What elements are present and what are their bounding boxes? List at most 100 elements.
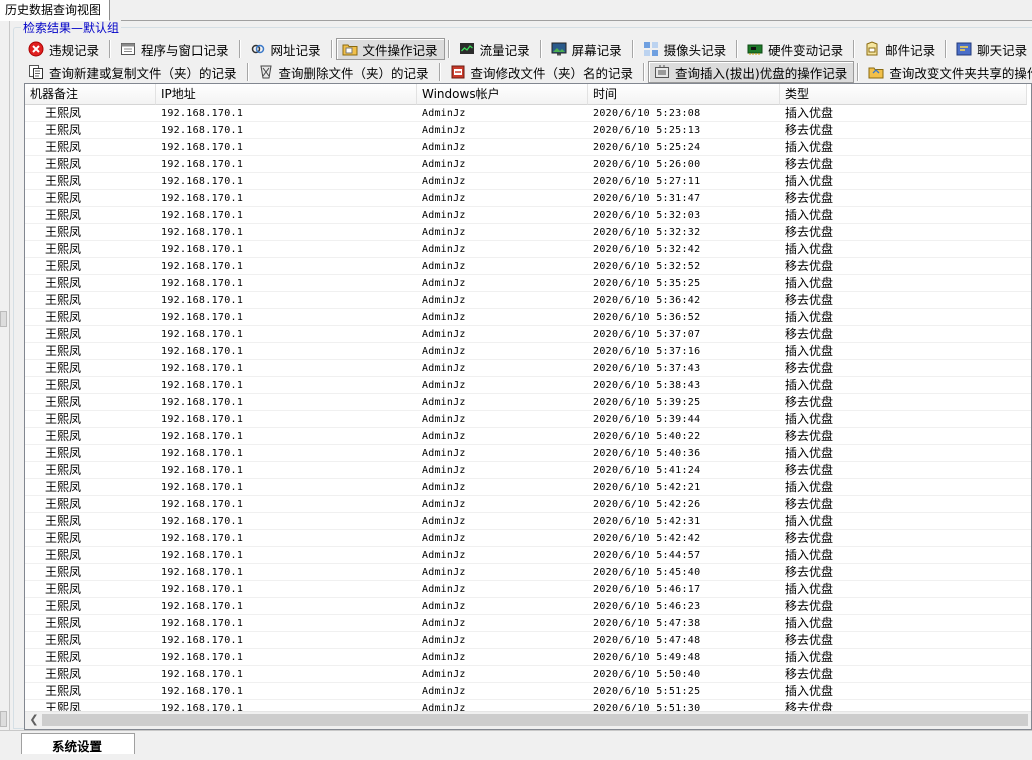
table-row[interactable]: 王熙凤 192.168.170.1 AdminJz 2020/6/10 5:47:48… <box>25 632 1031 649</box>
table-cell: 2020/6/10 5:32:52 <box>593 261 701 272</box>
toolbar-button-label: 违规记录 <box>49 42 100 58</box>
table-cell: 192.168.170.1 <box>161 278 244 289</box>
table-cell: 192.168.170.1 <box>161 414 244 425</box>
toolbar1-button-8[interactable]: 邮件记录 <box>858 38 942 60</box>
history-query-view-tab[interactable]: 历史数据查询视图 <box>0 0 110 21</box>
column-header-time[interactable]: 时间 <box>588 84 780 105</box>
toolbar1-button-4[interactable]: 流量记录 <box>453 38 537 60</box>
table-row[interactable]: 王熙凤 192.168.170.1 AdminJz 2020/6/10 5:41:24… <box>25 462 1031 479</box>
table-row[interactable]: 王熙凤 192.168.170.1 AdminJz 2020/6/10 5:32:42… <box>25 241 1031 258</box>
table-cell: 插入优盘 <box>785 548 834 562</box>
table-cell: 王熙凤 <box>45 463 82 477</box>
table-row[interactable]: 王熙凤 192.168.170.1 AdminJz 2020/6/10 5:38:43… <box>25 377 1031 394</box>
column-header-machine-note[interactable]: 机器备注 <box>25 84 156 105</box>
toolbar2-button-1[interactable]: 查询删除文件（夹）的记录 <box>252 61 436 83</box>
table-cell: 移去优盘 <box>785 463 834 477</box>
table-row[interactable]: 王熙凤 192.168.170.1 AdminJz 2020/6/10 5:37:16… <box>25 343 1031 360</box>
table-cell: AdminJz <box>422 159 466 170</box>
table-cell: 插入优盘 <box>785 412 834 426</box>
table-cell: 插入优盘 <box>785 650 834 664</box>
table-cell: AdminJz <box>422 346 466 357</box>
table-cell: 插入优盘 <box>785 514 834 528</box>
toolbar-button-label: 硬件变动记录 <box>768 42 844 58</box>
table-cell: AdminJz <box>422 584 466 595</box>
table-row[interactable]: 王熙凤 192.168.170.1 AdminJz 2020/6/10 5:31:47… <box>25 190 1031 207</box>
table-cell: 王熙凤 <box>45 548 82 562</box>
table-row[interactable]: 王熙凤 192.168.170.1 AdminJz 2020/6/10 5:46:17… <box>25 581 1031 598</box>
table-cell: 2020/6/10 5:37:43 <box>593 363 701 374</box>
toolbar1-button-2[interactable]: 网址记录 <box>244 38 328 60</box>
toolbar-button-label: 查询删除文件（夹）的记录 <box>278 65 429 81</box>
toolbar1-button-7[interactable]: 硬件变动记录 <box>741 38 850 60</box>
toolbar1-button-9[interactable]: 聊天记录 <box>950 38 1032 60</box>
table-row[interactable]: 王熙凤 192.168.170.1 AdminJz 2020/6/10 5:25:24… <box>25 139 1031 156</box>
table-row[interactable]: 王熙凤 192.168.170.1 AdminJz 2020/6/10 5:23:08… <box>25 105 1031 122</box>
table-row[interactable]: 王熙凤 192.168.170.1 AdminJz 2020/6/10 5:50:40… <box>25 666 1031 683</box>
table-row[interactable]: 王熙凤 192.168.170.1 AdminJz 2020/6/10 5:51:25… <box>25 683 1031 700</box>
table-cell: AdminJz <box>422 431 466 442</box>
table-row[interactable]: 王熙凤 192.168.170.1 AdminJz 2020/6/10 5:35:25… <box>25 275 1031 292</box>
results-grid[interactable]: 机器备注 IP地址 Windows帐户 时间 类型 王熙凤 192.168.170… <box>24 83 1032 730</box>
table-cell: 2020/6/10 5:37:07 <box>593 329 701 340</box>
horizontal-scrollbar[interactable]: ❮ <box>25 711 1031 729</box>
table-row[interactable]: 王熙凤 192.168.170.1 AdminJz 2020/6/10 5:44:57… <box>25 547 1031 564</box>
toolbar2-button-2[interactable]: 查询修改文件（夹）名的记录 <box>444 61 641 83</box>
table-cell: 2020/6/10 5:32:32 <box>593 227 701 238</box>
table-row[interactable]: 王熙凤 192.168.170.1 AdminJz 2020/6/10 5:40:36… <box>25 445 1031 462</box>
toolbar-separator <box>447 40 450 58</box>
table-row[interactable]: 王熙凤 192.168.170.1 AdminJz 2020/6/10 5:46:23… <box>25 598 1031 615</box>
scroll-left-icon[interactable]: ❮ <box>27 713 41 727</box>
table-cell: 2020/6/10 5:36:42 <box>593 295 701 306</box>
table-row[interactable]: 王熙凤 192.168.170.1 AdminJz 2020/6/10 5:37:43… <box>25 360 1031 377</box>
table-row[interactable]: 王熙凤 192.168.170.1 AdminJz 2020/6/10 5:32:03… <box>25 207 1031 224</box>
toolbar1-button-3[interactable]: 文件操作记录 <box>335 38 445 60</box>
toolbar-separator <box>643 63 646 81</box>
column-header-ip[interactable]: IP地址 <box>156 84 417 105</box>
table-row[interactable]: 王熙凤 192.168.170.1 AdminJz 2020/6/10 5:32:52… <box>25 258 1031 275</box>
toolbar1-button-0[interactable]: 违规记录 <box>22 38 106 60</box>
table-row[interactable]: 王熙凤 192.168.170.1 AdminJz 2020/6/10 5:42:31… <box>25 513 1031 530</box>
url-icon <box>250 41 266 57</box>
group-title: 检索结果—默认组 <box>21 20 122 36</box>
table-row[interactable]: 王熙凤 192.168.170.1 AdminJz 2020/6/10 5:39:25… <box>25 394 1031 411</box>
table-cell: 192.168.170.1 <box>161 210 244 221</box>
toolbar2-button-3[interactable]: 查询插入(拔出)优盘的操作记录 <box>648 61 855 83</box>
column-header-windows-account[interactable]: Windows帐户 <box>417 84 588 105</box>
table-cell: 2020/6/10 5:23:08 <box>593 108 701 119</box>
toolbar1-button-1[interactable]: 程序与窗口记录 <box>114 38 236 60</box>
table-cell: AdminJz <box>422 448 466 459</box>
camera-icon <box>643 41 659 57</box>
table-cell: AdminJz <box>422 108 466 119</box>
table-cell: 插入优盘 <box>785 582 834 596</box>
table-row[interactable]: 王熙凤 192.168.170.1 AdminJz 2020/6/10 5:37:07… <box>25 326 1031 343</box>
table-row[interactable]: 王熙凤 192.168.170.1 AdminJz 2020/6/10 5:47:38… <box>25 615 1031 632</box>
table-row[interactable]: 王熙凤 192.168.170.1 AdminJz 2020/6/10 5:42:26… <box>25 496 1031 513</box>
table-row[interactable]: 王熙凤 192.168.170.1 AdminJz 2020/6/10 5:42:42… <box>25 530 1031 547</box>
toolbar1-button-6[interactable]: 摄像头记录 <box>637 38 734 60</box>
table-cell: 王熙凤 <box>45 174 82 188</box>
table-cell: AdminJz <box>422 618 466 629</box>
table-row[interactable]: 王熙凤 192.168.170.1 AdminJz 2020/6/10 5:25:13… <box>25 122 1031 139</box>
table-row[interactable]: 王熙凤 192.168.170.1 AdminJz 2020/6/10 5:42:21… <box>25 479 1031 496</box>
table-row[interactable]: 王熙凤 192.168.170.1 AdminJz 2020/6/10 5:26:00… <box>25 156 1031 173</box>
table-row[interactable]: 王熙凤 192.168.170.1 AdminJz 2020/6/10 5:39:44… <box>25 411 1031 428</box>
table-row[interactable]: 王熙凤 192.168.170.1 AdminJz 2020/6/10 5:40:22… <box>25 428 1031 445</box>
toolbar2-button-4[interactable]: 查询改变文件夹共享的操作记 <box>862 61 1032 83</box>
table-cell: 192.168.170.1 <box>161 533 244 544</box>
table-row[interactable]: 王熙凤 192.168.170.1 AdminJz 2020/6/10 5:36:52… <box>25 309 1031 326</box>
table-row[interactable]: 王熙凤 192.168.170.1 AdminJz 2020/6/10 5:49:48… <box>25 649 1031 666</box>
column-header-type[interactable]: 类型 <box>780 84 1027 105</box>
table-cell: 2020/6/10 5:49:48 <box>593 652 701 663</box>
table-cell: 192.168.170.1 <box>161 516 244 527</box>
system-settings-tab[interactable]: 系统设置 <box>21 733 135 754</box>
table-cell: 2020/6/10 5:42:21 <box>593 482 701 493</box>
table-row[interactable]: 王熙凤 192.168.170.1 AdminJz 2020/6/10 5:27:11… <box>25 173 1031 190</box>
toolbar1-button-5[interactable]: 屏幕记录 <box>545 38 629 60</box>
table-cell: 王熙凤 <box>45 531 82 545</box>
table-row[interactable]: 王熙凤 192.168.170.1 AdminJz 2020/6/10 5:32:32… <box>25 224 1031 241</box>
scrollbar-thumb[interactable] <box>42 714 1028 726</box>
table-cell: 插入优盘 <box>785 344 834 358</box>
table-row[interactable]: 王熙凤 192.168.170.1 AdminJz 2020/6/10 5:36:42… <box>25 292 1031 309</box>
table-row[interactable]: 王熙凤 192.168.170.1 AdminJz 2020/6/10 5:45:40… <box>25 564 1031 581</box>
toolbar2-button-0[interactable]: 查询新建或复制文件（夹）的记录 <box>22 61 244 83</box>
